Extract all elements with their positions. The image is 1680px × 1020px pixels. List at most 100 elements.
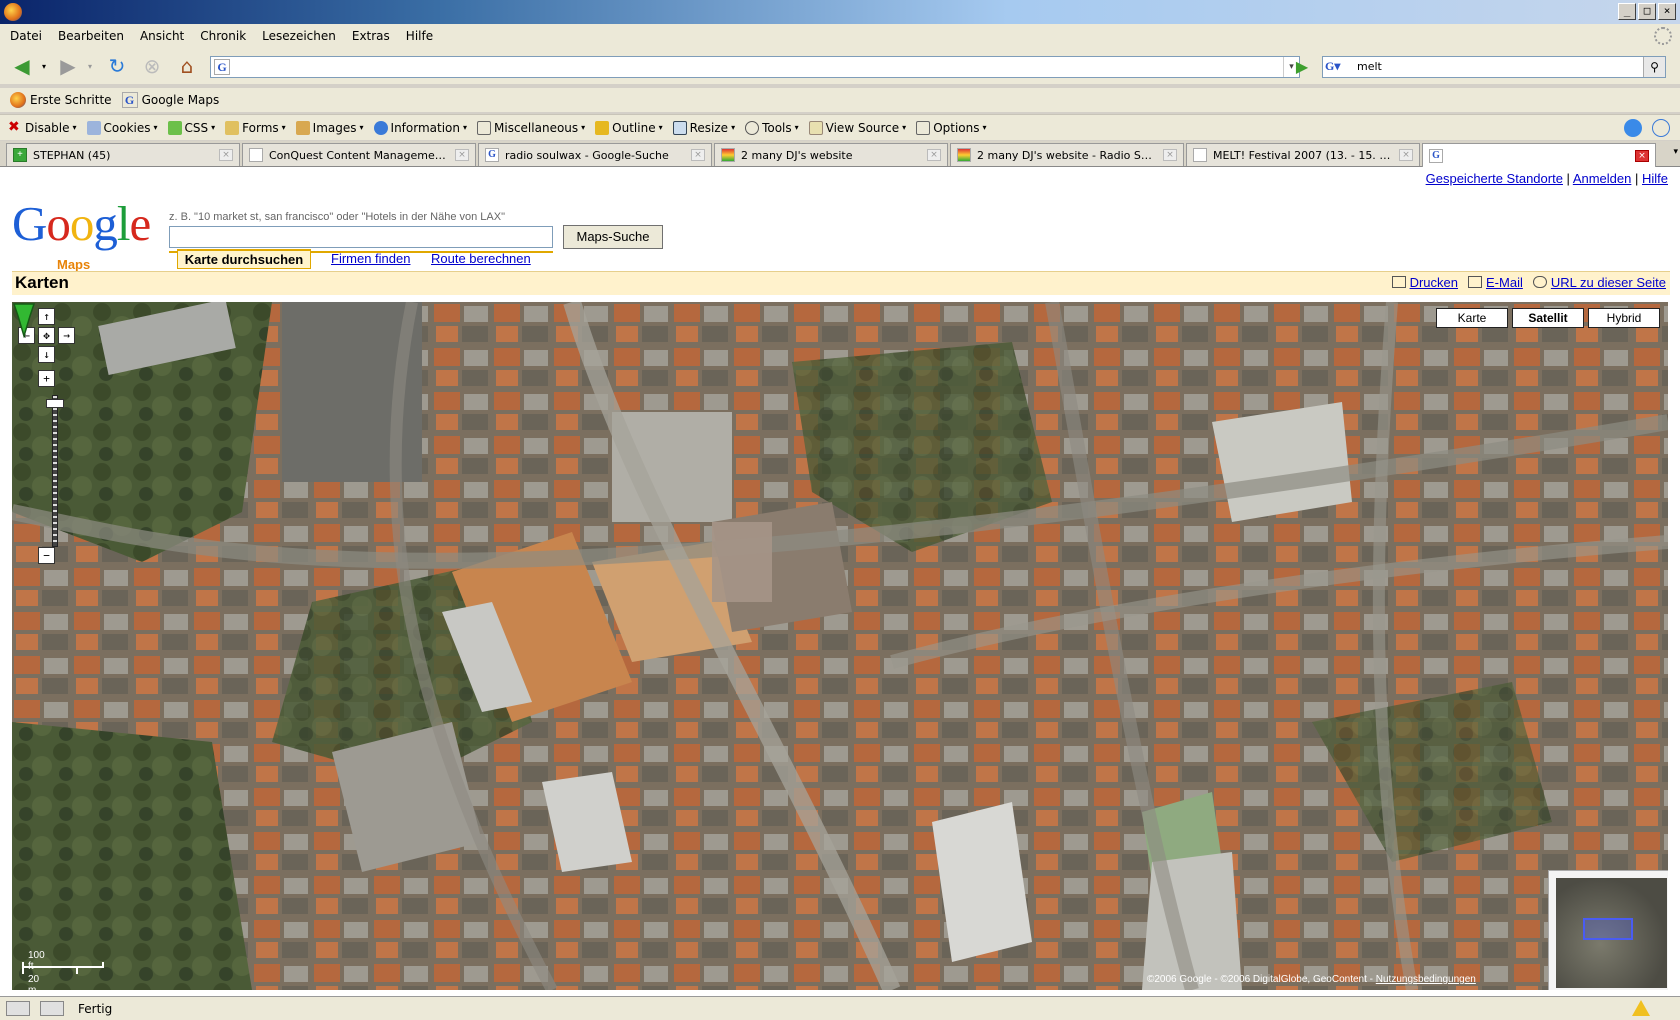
pan-center-button[interactable]: ✥: [38, 327, 55, 344]
menu-hilfe[interactable]: Hilfe: [406, 29, 433, 43]
dev-label: Options: [933, 120, 980, 135]
dev-information[interactable]: Information ▾: [373, 120, 467, 135]
tab-close-icon[interactable]: ×: [691, 149, 705, 161]
tab-close-icon[interactable]: ×: [1635, 150, 1649, 162]
forward-history-dropdown[interactable]: ▾: [84, 54, 96, 78]
tab-conquest[interactable]: ConQuest Content Management S... ×: [242, 143, 476, 166]
dev-label: View Source: [825, 120, 900, 135]
link-action[interactable]: URL zu dieser Seite: [1532, 275, 1666, 290]
sign-in-link[interactable]: Anmelden: [1573, 171, 1632, 186]
location-marker-icon[interactable]: [12, 302, 36, 338]
maximize-button[interactable]: □: [1638, 3, 1656, 20]
maps-search-button[interactable]: Maps-Suche: [563, 225, 663, 249]
forward-icon[interactable]: ▶: [54, 54, 82, 78]
dev-options[interactable]: Options ▾: [916, 120, 987, 135]
home-icon[interactable]: ⌂: [173, 54, 201, 78]
pan-down-button[interactable]: ↓: [38, 346, 55, 363]
print-link[interactable]: Drucken: [1410, 275, 1458, 290]
maps-search-input[interactable]: [169, 226, 553, 248]
menu-bearbeiten[interactable]: Bearbeiten: [58, 29, 124, 43]
tab-list-dropdown-icon[interactable]: ▾: [1673, 147, 1678, 157]
tab-stephan[interactable]: + STEPHAN (45) ×: [6, 143, 240, 166]
warning-icon[interactable]: [1632, 1000, 1650, 1016]
zoom-out-button[interactable]: −: [38, 547, 55, 564]
status-panel-icon[interactable]: [6, 1001, 30, 1016]
pan-right-button[interactable]: →: [58, 327, 75, 344]
zoom-slider-track[interactable]: [52, 395, 58, 547]
tab-close-icon[interactable]: ×: [219, 149, 233, 161]
satellite-map[interactable]: ↑ ← ✥ → ↓ + − Karte Satellit Hybrid 100 …: [12, 302, 1668, 990]
page-url-link[interactable]: URL zu dieser Seite: [1551, 275, 1666, 290]
search-bar[interactable]: G▾ melt ⚲: [1322, 56, 1666, 78]
tab-close-icon[interactable]: ×: [1163, 149, 1177, 161]
about-info-icon[interactable]: [1652, 119, 1670, 137]
map-type-satellit-button[interactable]: Satellit: [1512, 308, 1584, 328]
tab-melt-festival[interactable]: MELT! Festival 2007 (13. - 15. Juli ... …: [1186, 143, 1420, 166]
menu-lesezeichen[interactable]: Lesezeichen: [262, 29, 336, 43]
menu-extras[interactable]: Extras: [352, 29, 390, 43]
status-tools-icon[interactable]: [40, 1001, 64, 1016]
bookmark-google-maps[interactable]: G Google Maps: [121, 92, 220, 108]
tab-label: 2 many DJ's website: [741, 148, 853, 162]
dev-outline[interactable]: Outline ▾: [595, 120, 663, 135]
overview-viewport-rect[interactable]: [1583, 918, 1633, 940]
pan-up-button[interactable]: ↑: [38, 308, 55, 325]
tab-close-icon[interactable]: ×: [1399, 149, 1413, 161]
dev-css[interactable]: CSS ▾: [167, 120, 215, 135]
tab-close-icon[interactable]: ×: [455, 149, 469, 161]
tab-radio-soulwax[interactable]: G radio soulwax - Google-Suche ×: [478, 143, 712, 166]
tab-google-maps-active[interactable]: G ×: [1422, 143, 1656, 168]
dev-miscellaneous[interactable]: Miscellaneous ▾: [477, 120, 585, 135]
dev-view-source[interactable]: View Source ▾: [808, 120, 907, 135]
back-icon[interactable]: ◀: [8, 54, 36, 78]
tab-2manydjs-radio[interactable]: 2 many DJ's website - Radio Soulw... ×: [950, 143, 1184, 166]
status-text: Fertig: [78, 1002, 113, 1016]
tab-label: ConQuest Content Management S...: [269, 148, 449, 162]
close-button[interactable]: ×: [1658, 3, 1676, 20]
zoom-in-button[interactable]: +: [38, 370, 55, 387]
stop-icon[interactable]: ⊗: [138, 54, 166, 78]
search-engine-icon[interactable]: G▾: [1325, 59, 1353, 75]
dev-disable[interactable]: ✖ Disable ▾: [8, 120, 77, 135]
tab-close-icon[interactable]: ×: [927, 149, 941, 161]
search-icon[interactable]: ⚲: [1643, 57, 1665, 77]
bookmark-label: Google Maps: [141, 93, 220, 107]
menu-ansicht[interactable]: Ansicht: [140, 29, 184, 43]
overview-map[interactable]: [1548, 870, 1668, 990]
tools-icon: [745, 120, 760, 135]
back-history-dropdown[interactable]: ▾: [38, 54, 50, 78]
tab-favicon-icon: [1193, 148, 1207, 162]
email-action[interactable]: E-Mail: [1468, 275, 1523, 290]
minimize-button[interactable]: _: [1618, 3, 1636, 20]
bookmark-label: Erste Schritte: [30, 93, 112, 107]
dropdown-arrow-icon: ▾: [902, 123, 907, 132]
envelope-icon: [1468, 276, 1483, 288]
google-maps-logo[interactable]: Google Maps: [12, 199, 151, 272]
bookmark-erste-schritte[interactable]: Erste Schritte: [10, 92, 112, 108]
dev-images[interactable]: Images ▾: [295, 120, 364, 135]
dev-cookies[interactable]: Cookies ▾: [86, 120, 158, 135]
help-link[interactable]: Hilfe: [1642, 171, 1668, 186]
menu-datei[interactable]: Datei: [10, 29, 42, 43]
dev-forms[interactable]: Forms ▾: [225, 120, 286, 135]
tab-get-directions[interactable]: Route berechnen: [431, 249, 531, 269]
url-bar[interactable]: G ▾: [210, 56, 1300, 78]
tab-find-businesses[interactable]: Firmen finden: [331, 249, 410, 269]
email-link[interactable]: E-Mail: [1486, 275, 1523, 290]
menu-chronik[interactable]: Chronik: [200, 29, 246, 43]
saved-locations-link[interactable]: Gespeicherte Standorte: [1426, 171, 1563, 186]
tab-2manydjs[interactable]: 2 many DJ's website ×: [714, 143, 948, 166]
print-action[interactable]: Drucken: [1391, 275, 1458, 290]
tab-search-map[interactable]: Karte durchsuchen: [177, 249, 311, 269]
tab-favicon-icon: G: [485, 148, 499, 162]
terms-link[interactable]: Nutzungsbedingungen: [1376, 974, 1476, 985]
zoom-slider-handle[interactable]: [46, 399, 64, 408]
go-icon[interactable]: ▶: [1292, 58, 1312, 76]
tab-favicon-icon: [957, 148, 971, 162]
dev-resize[interactable]: Resize ▾: [672, 120, 735, 135]
validate-check-icon[interactable]: [1624, 119, 1642, 137]
map-type-hybrid-button[interactable]: Hybrid: [1588, 308, 1660, 328]
map-type-karte-button[interactable]: Karte: [1436, 308, 1508, 328]
dev-tools[interactable]: Tools ▾: [745, 120, 799, 135]
reload-icon[interactable]: ↻: [103, 54, 131, 78]
